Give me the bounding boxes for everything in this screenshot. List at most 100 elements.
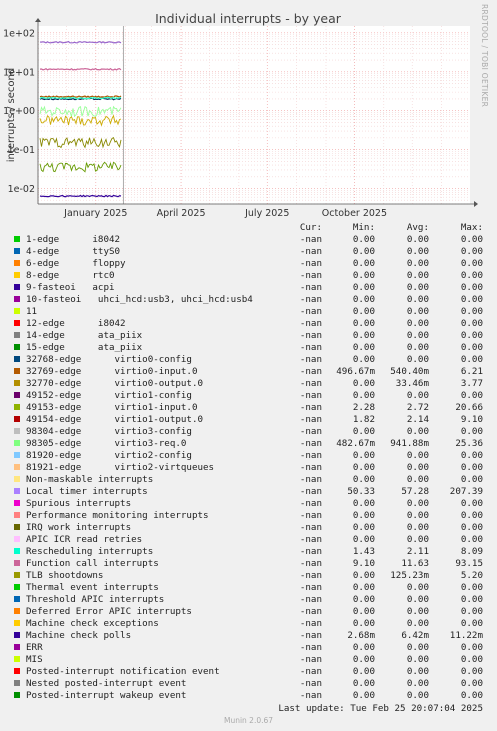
legend-row: MIS -nan 0.00 0.00 0.00: [0, 654, 497, 666]
x-tick-labels: January 2025 April 2025 July 2025 October 2…: [63, 208, 387, 219]
legend-cur: -nan: [299, 486, 322, 497]
legend-avg: 125.23m: [390, 570, 429, 581]
legend-swatch: [14, 680, 20, 686]
legend-avg: 0.00: [406, 234, 429, 245]
legend-swatch: [14, 440, 20, 446]
legend-label: Local timer interrupts: [26, 486, 148, 497]
legend-swatch: [14, 536, 20, 542]
legend-min: 0.00: [352, 522, 375, 533]
legend-avg: 0.00: [406, 462, 429, 473]
legend-max: 0.00: [460, 618, 483, 629]
legend-avg: 0.00: [406, 522, 429, 533]
legend-max: 0.00: [460, 498, 483, 509]
legend-min: 0.00: [352, 282, 375, 293]
legend-avg: 0.00: [406, 510, 429, 521]
legend-label: 81920-edge virtio2-config: [26, 450, 192, 461]
legend-avg: 0.00: [406, 258, 429, 269]
legend-min: 0.00: [352, 450, 375, 461]
legend-min: 9.10: [352, 558, 375, 569]
legend-swatch: [14, 236, 20, 242]
legend-cur: -nan: [299, 678, 322, 689]
legend-min: 0.00: [352, 666, 375, 677]
chart: Individual interrupts - by year interrup…: [3, 11, 478, 219]
legend-avg: 0.00: [406, 606, 429, 617]
legend-max: 0.00: [460, 594, 483, 605]
legend-row: Performance monitoring interrupts -nan 0.0…: [0, 510, 497, 522]
legend-min: 0.00: [352, 462, 375, 473]
legend-avg: 33.46m: [395, 378, 429, 389]
legend-swatch: [14, 512, 20, 518]
legend-swatch: [14, 248, 20, 254]
y-tick-label: 1e-02: [8, 184, 35, 195]
legend-min: 0.00: [352, 570, 375, 581]
legend-swatch: [14, 260, 20, 266]
legend-row: 8-edge rtc0 -nan 0.00 0.00 0.00: [0, 270, 497, 282]
legend-min: 0.00: [352, 306, 375, 317]
legend-cur: -nan: [299, 294, 322, 305]
legend-max: 0.00: [460, 642, 483, 653]
legend-max: 0.00: [460, 294, 483, 305]
legend-row: 81920-edge virtio2-config -nan 0.00 0.00 0.0…: [0, 450, 497, 462]
legend-label: Threshold APIC interrupts: [26, 594, 165, 605]
legend-avg: 2.11: [406, 546, 429, 557]
legend-row: 98304-edge virtio3-config -nan 0.00 0.00 0.0…: [0, 426, 497, 438]
legend-avg: 0.00: [406, 498, 429, 509]
legend-swatch: [14, 392, 20, 398]
legend-row: 4-edge ttyS0 -nan 0.00 0.00 0.00: [0, 246, 497, 258]
legend-cur: -nan: [299, 510, 322, 521]
legend-avg: 0.00: [406, 690, 429, 701]
legend-max: 207.39: [449, 486, 483, 497]
legend-row: Posted-interrupt wakeup event -nan 0.00 0.0…: [0, 690, 497, 702]
legend-min: 0.00: [352, 378, 375, 389]
legend-cur: -nan: [299, 654, 322, 665]
legend-min: 0.00: [352, 606, 375, 617]
legend-max: 0.00: [460, 282, 483, 293]
x-tick-label: April 2025: [157, 208, 206, 219]
legend-label: Function call interrupts: [26, 558, 159, 569]
legend-swatch: [14, 644, 20, 650]
legend-label: 11: [26, 306, 38, 317]
legend-min: 0.00: [352, 246, 375, 257]
legend-cur: -nan: [299, 318, 322, 329]
legend-max: 0.00: [460, 354, 483, 365]
legend-cur: -nan: [299, 690, 322, 701]
legend-cur: -nan: [299, 402, 322, 413]
legend-avg: 0.00: [406, 654, 429, 665]
legend-max: 0.00: [460, 522, 483, 533]
legend-max: 0.00: [460, 342, 483, 353]
legend-label: 49154-edge virtio1-output.0: [26, 414, 204, 425]
y-tick-label: 1e+02: [3, 28, 35, 39]
legend-avg: 0.00: [406, 246, 429, 257]
legend-min: 0.00: [352, 426, 375, 437]
legend-row: Spurious interrupts -nan 0.00 0.00 0.00: [0, 498, 497, 510]
legend-max: 0.00: [460, 666, 483, 677]
y-tick-label: 1e-01: [8, 145, 35, 156]
legend-max: 0.00: [460, 654, 483, 665]
legend-cur: -nan: [299, 414, 322, 425]
legend-swatch: [14, 692, 20, 698]
legend-max: 0.00: [460, 390, 483, 401]
legend-max: 0.00: [460, 426, 483, 437]
legend-label: Rescheduling interrupts: [26, 546, 154, 557]
legend-min: 0.00: [352, 642, 375, 653]
legend-avg: 0.00: [406, 450, 429, 461]
legend-cur: -nan: [299, 462, 322, 473]
legend-max: 0.00: [460, 606, 483, 617]
legend-cur: -nan: [299, 330, 322, 341]
legend-max: 0.00: [460, 510, 483, 521]
legend-row: 1-edge i8042 -nan 0.00 0.00 0.00: [0, 234, 497, 246]
legend-swatch: [14, 608, 20, 614]
y-tick-labels: 1e+02 1e+01 1e+00 1e-01 1e-02: [3, 28, 35, 195]
legend-label: Machine check polls: [26, 630, 132, 641]
legend-cur: -nan: [299, 426, 322, 437]
legend-max: 20.66: [455, 402, 483, 413]
legend-max: 5.20: [460, 570, 483, 581]
legend-swatch: [14, 488, 20, 494]
legend-label: Performance monitoring interrupts: [26, 510, 209, 521]
legend-row: Nested posted-interrupt event -nan 0.00 0.0…: [0, 678, 497, 690]
legend-label: 14-edge ata_piix: [26, 330, 143, 341]
legend-min: 0.00: [352, 690, 375, 701]
legend-row: 32769-edge virtio0-input.0 -nan 496.67m 540…: [0, 366, 497, 378]
legend-label: 32768-edge virtio0-config: [26, 354, 192, 365]
legend-swatch: [14, 596, 20, 602]
